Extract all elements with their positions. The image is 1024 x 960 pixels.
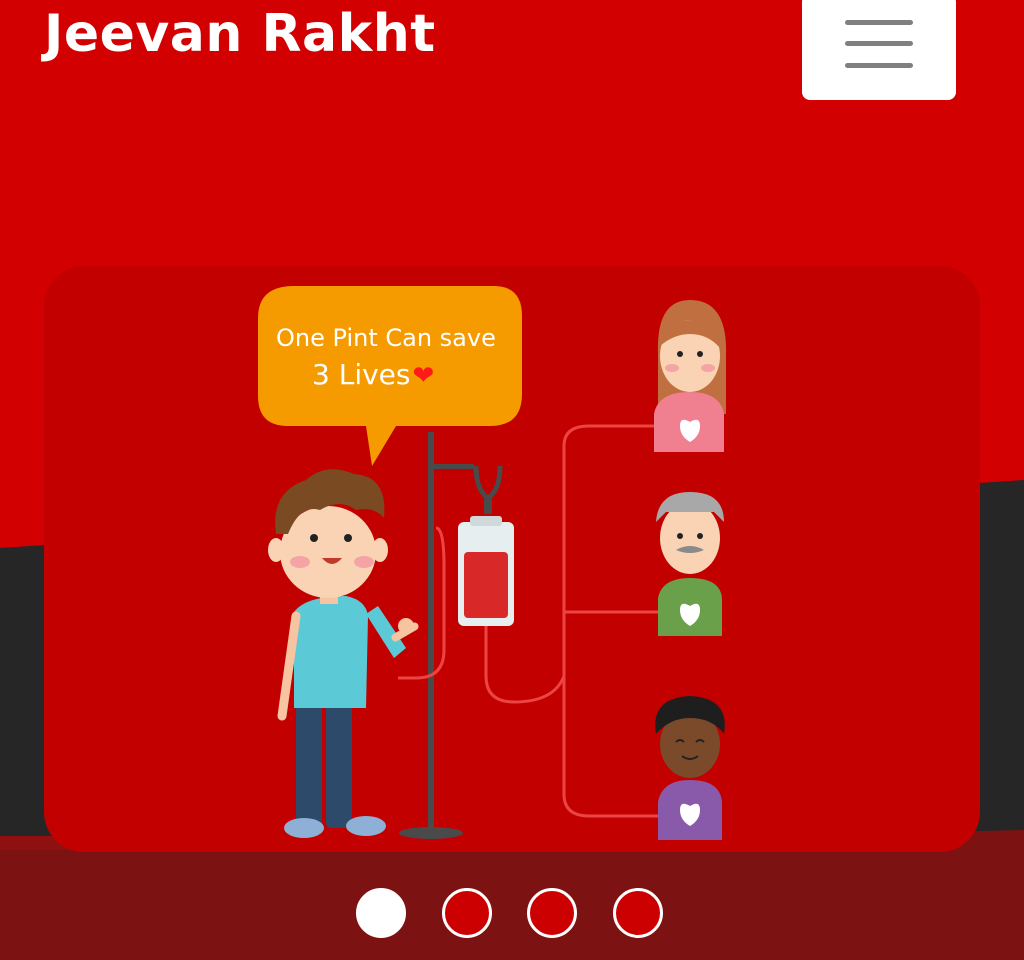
carousel-dot-4[interactable] [613, 888, 663, 938]
recipient-girl [654, 300, 727, 452]
heart-icon: ❤ [412, 361, 435, 391]
carousel-dot-2[interactable] [442, 888, 492, 938]
blood-bag [458, 516, 514, 626]
site-logo-title[interactable]: Jeevan Rakht [44, 2, 436, 66]
carousel-dot-3[interactable] [527, 888, 577, 938]
page: Jeevan Rakht One Pint Can save 3 Lives❤ [0, 0, 1024, 960]
speech-text-line1: One Pint Can save [276, 324, 496, 352]
hamburger-bar-bottom [845, 63, 913, 68]
speech-text-lives: 3 Lives [312, 358, 411, 391]
hamburger-menu-icon [845, 20, 913, 25]
hamburger-menu-button[interactable] [802, 0, 956, 100]
recipient-old-man [656, 492, 724, 636]
carousel-dot-1[interactable] [356, 888, 406, 938]
blood-tubes [398, 424, 676, 818]
carousel-indicators [356, 888, 668, 944]
blood-donation-illustration [258, 286, 727, 840]
speech-text-line2: 3 Lives❤ [312, 358, 434, 391]
donor-boy [268, 469, 419, 838]
carousel-slide: One Pint Can save 3 Lives❤ [44, 266, 980, 852]
hamburger-bar-middle [845, 41, 913, 46]
recipient-child [655, 696, 725, 840]
